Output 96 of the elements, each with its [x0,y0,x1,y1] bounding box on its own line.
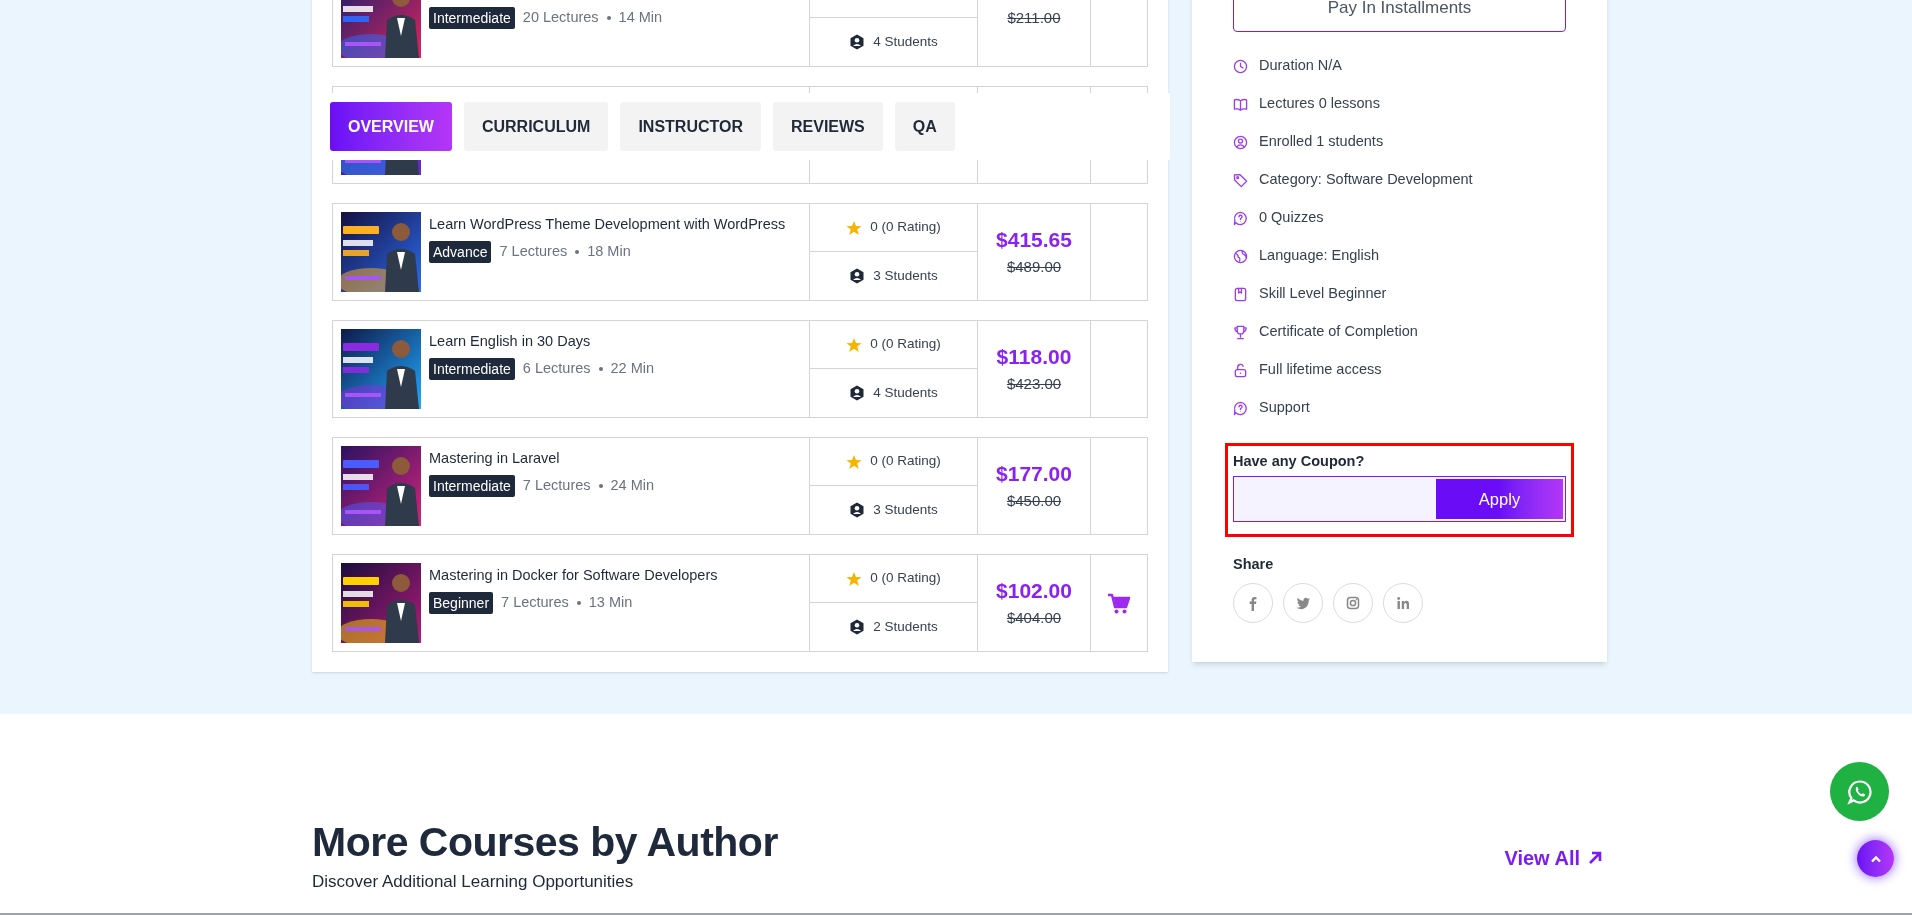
level-tag: Advance [429,241,492,263]
coupon-field[interactable]: Apply [1233,476,1566,522]
share-button[interactable] [1333,583,1373,623]
course-title[interactable]: Mastering in Laravel [429,449,655,467]
clock-icon [1233,58,1248,74]
course-duration: 13 Min [588,593,633,613]
chevron-up-icon [1869,854,1882,863]
scroll-top-button[interactable] [1857,840,1894,877]
level-tag: Beginner [429,592,494,614]
cart-icon[interactable] [1107,592,1131,614]
course-duration: 24 Min [610,476,655,496]
tag-icon [1233,172,1248,188]
old-price: $489.00 [1006,258,1062,276]
dot-icon [606,16,611,20]
level-tag: Intermediate [429,7,515,29]
arrow-icon [1588,851,1602,865]
tab[interactable]: QA [894,102,955,151]
course-duration: 14 Min [618,8,663,28]
tab[interactable]: INSTRUCTOR [620,102,761,151]
view-all-link[interactable]: View All [1504,843,1602,873]
tab[interactable]: OVERVIEW [330,102,452,151]
course-title[interactable]: Mastering in Docker for Software Developers [429,566,718,584]
dot-icon [576,601,581,605]
feature-text: Enrolled 1 students [1259,132,1384,152]
feature-text: Lectures 0 lessons [1259,94,1380,114]
dot-icon [598,484,603,488]
section-heading: More Courses by Author [312,818,778,867]
student-count: 4 Students [873,32,938,51]
share-button[interactable] [1233,583,1273,623]
feature-text: Language: English [1259,246,1380,266]
lecture-count: 20 Lectures [522,8,599,28]
star-icon [846,336,863,353]
student-icon [849,268,866,284]
course-title[interactable]: Learn WordPress Theme Development with WordPress [429,215,786,233]
feature-text: 0 Quizzes [1259,208,1324,228]
level-tag: Intermediate [429,358,515,380]
old-price: $211.00 [1007,9,1061,27]
share-label: Share [1233,555,1275,573]
student-count: 3 Students [873,266,938,285]
rating-text: 0 (0 Rating) [870,218,941,237]
old-price: $423.00 [1006,375,1062,393]
dot-icon [598,367,603,371]
course-price: $118.00 [996,345,1072,369]
apply-button[interactable]: Apply [1436,479,1563,519]
tab[interactable]: REVIEWS [773,102,883,151]
trophy-icon [1233,324,1248,340]
course-price: $415.65 [996,228,1072,252]
lecture-count: 7 Lectures [499,242,568,262]
student-icon [849,34,866,50]
star-icon [846,453,863,470]
course-price: $177.00 [996,462,1072,486]
student-count: 2 Students [873,617,938,636]
instagram-icon [1345,595,1361,611]
globe-icon [1233,248,1248,264]
unlock-icon [1233,362,1248,378]
course-duration: 22 Min [610,359,655,379]
feature-text: Skill Level Beginner [1259,284,1387,304]
star-icon [846,570,863,587]
rating-text: 0 (0 Rating) [870,452,941,471]
bird-icon [1295,595,1311,611]
old-price: $450.00 [1006,492,1062,510]
share-button[interactable] [1383,583,1423,623]
bookmark-icon [1233,286,1248,302]
feature-text: Duration N/A [1259,56,1342,76]
level-tag: Intermediate [429,475,515,497]
student-icon [849,385,866,401]
lecture-count: 6 Lectures [522,359,591,379]
student-icon [849,502,866,518]
question-icon [1233,210,1248,226]
old-price: $404.00 [1006,609,1062,627]
student-count: 4 Students [873,383,938,402]
feature-text: Certificate of Completion [1259,322,1418,342]
star-icon [846,219,863,236]
lecture-count: 7 Lectures [522,476,591,496]
lecture-count: 7 Lectures [501,593,569,613]
dot-icon [575,250,580,254]
course-duration: 18 Min [587,242,631,262]
section-subtitle: Discover Additional Learning Opportunities [312,871,635,893]
share-button[interactable] [1283,583,1323,623]
chat-icon [1846,778,1873,805]
student-count: 3 Students [873,500,938,519]
pay-installments-button[interactable]: Pay In Installments [1233,0,1566,32]
feature-text: Support [1259,398,1310,418]
course-price: $102.00 [996,579,1072,603]
user-icon [1233,134,1248,150]
rating-text: 0 (0 Rating) [870,569,941,588]
feature-text: Full lifetime access [1259,360,1382,380]
tab[interactable]: CURRICULUM [463,102,609,151]
rating-text: 0 (0 Rating) [870,335,941,354]
feature-text: Category: Software Development [1259,170,1473,190]
question-icon [1233,400,1248,416]
book-icon [1233,96,1248,112]
linkedin-icon [1395,595,1411,611]
course-title[interactable]: Learn English in 30 Days [429,332,655,350]
coupon-label: Have any Coupon? [1233,452,1366,470]
student-icon [849,619,866,635]
